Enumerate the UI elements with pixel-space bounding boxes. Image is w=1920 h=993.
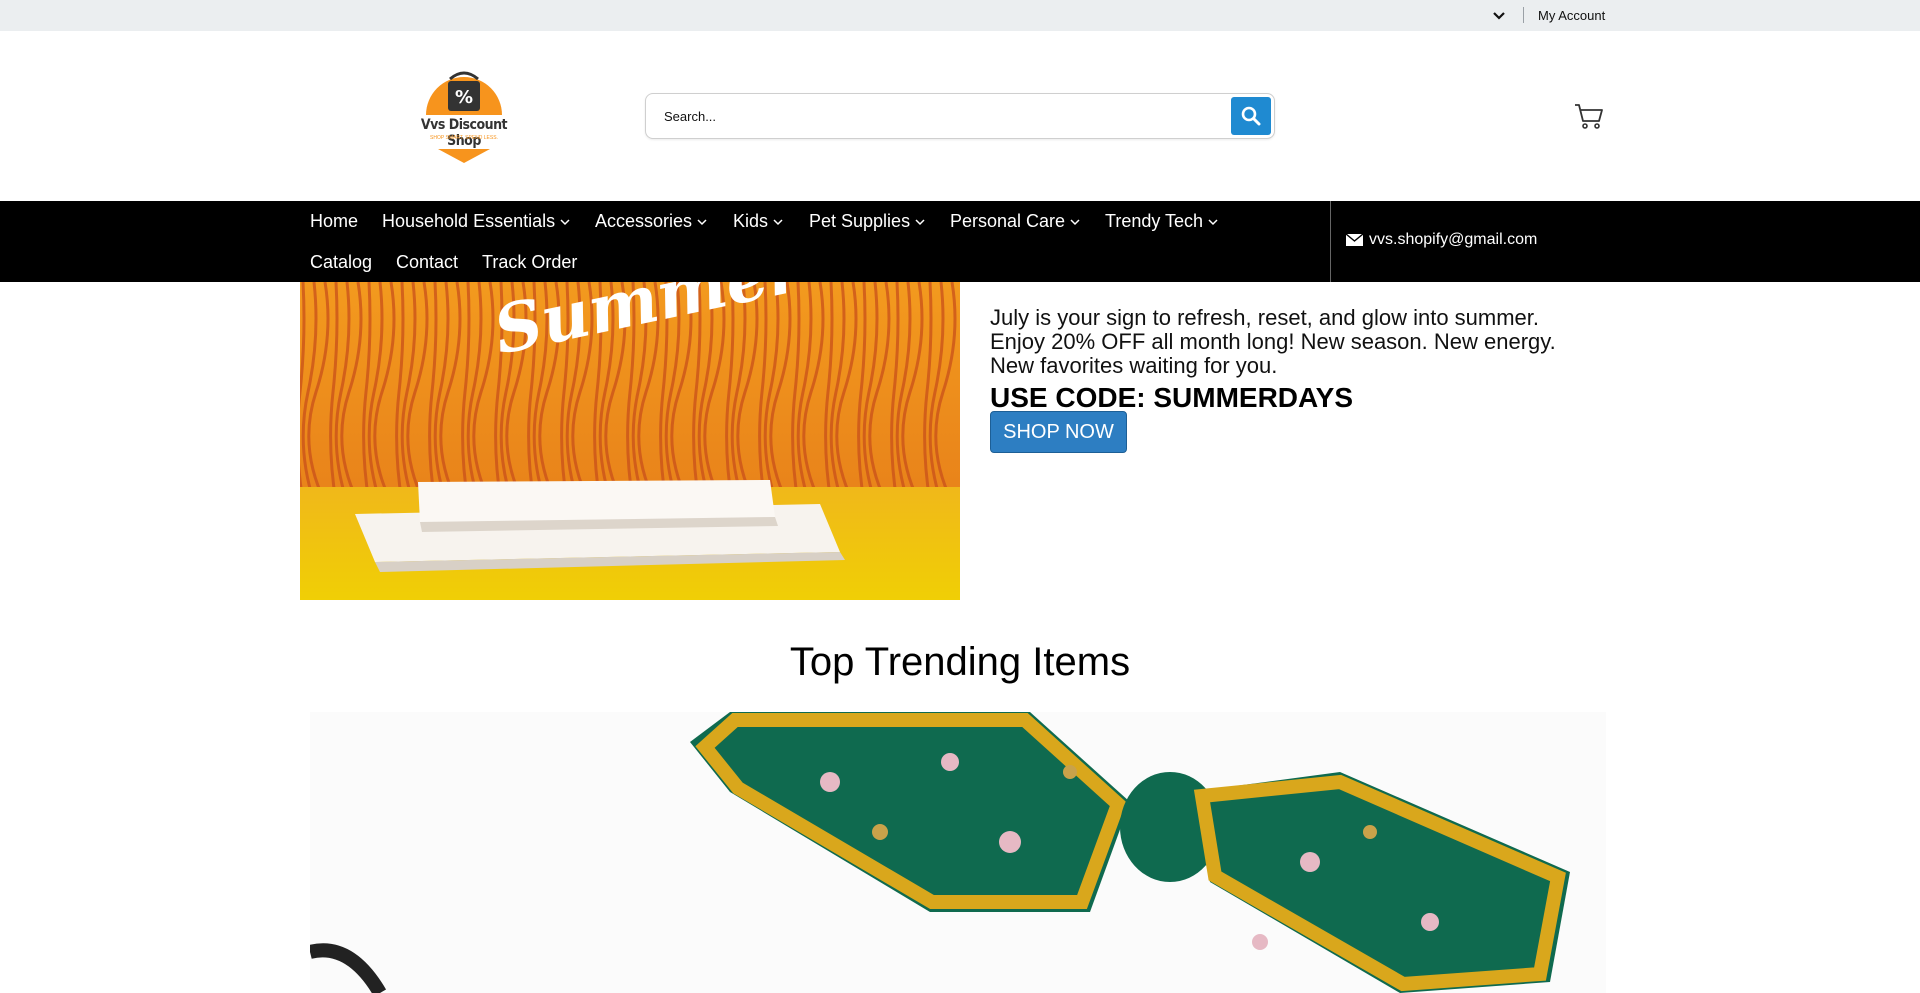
nav-item-label: Home bbox=[310, 211, 359, 231]
nav-item-label: Kids bbox=[733, 211, 769, 231]
hero-text-line-3: New favorites waiting for you. bbox=[990, 353, 1278, 378]
chevron-down-icon bbox=[773, 218, 783, 225]
nav-item-label: Track Order bbox=[482, 252, 578, 272]
nav-item-label: Catalog bbox=[310, 252, 373, 272]
main-navigation: Home Household Essentials Accessories Ki… bbox=[0, 201, 1920, 282]
top-utility-bar: My Account bbox=[0, 0, 1920, 31]
search-button[interactable] bbox=[1231, 97, 1271, 135]
nav-item-personal-care[interactable]: Personal Care bbox=[950, 211, 1080, 232]
contact-email[interactable]: vvs.shopify@gmail.com bbox=[1346, 231, 1537, 249]
nav-item-trendy-tech[interactable]: Trendy Tech bbox=[1105, 211, 1218, 232]
contact-email-text: vvs.shopify@gmail.com bbox=[1369, 231, 1538, 248]
search-bar bbox=[645, 93, 1275, 139]
nav-item-label: Household Essentials bbox=[382, 211, 556, 231]
search-input[interactable] bbox=[664, 94, 1224, 138]
shop-now-button[interactable]: SHOP NOW bbox=[990, 411, 1127, 453]
hero-text-line-2: Enjoy 20% OFF all month long! New season… bbox=[990, 329, 1556, 354]
svg-text:%: % bbox=[455, 87, 473, 108]
nav-item-contact[interactable]: Contact bbox=[396, 252, 458, 273]
nav-item-home[interactable]: Home bbox=[310, 211, 358, 232]
hero-text-line-1: July is your sign to refresh, reset, and… bbox=[990, 305, 1540, 330]
my-account-link[interactable]: My Account bbox=[1538, 8, 1605, 23]
search-icon bbox=[1241, 106, 1261, 126]
chevron-down-icon bbox=[915, 218, 925, 225]
nav-item-label: Pet Supplies bbox=[809, 211, 911, 231]
hero-banner-image[interactable]: Summer bbox=[300, 282, 960, 600]
mail-icon bbox=[1346, 234, 1363, 246]
nav-item-track-order[interactable]: Track Order bbox=[482, 252, 577, 273]
hero-text-block: July is your sign to refresh, reset, and… bbox=[990, 306, 1590, 414]
nav-item-catalog[interactable]: Catalog bbox=[310, 252, 372, 273]
nav-menu: Home Household Essentials Accessories Ki… bbox=[300, 201, 1330, 282]
nav-item-label: Trendy Tech bbox=[1105, 211, 1204, 231]
logo-text: Vvs Discount Shop bbox=[420, 117, 508, 149]
nav-item-household-essentials[interactable]: Household Essentials bbox=[382, 211, 570, 232]
chevron-down-icon bbox=[697, 218, 707, 225]
nav-item-pet-supplies[interactable]: Pet Supplies bbox=[809, 211, 925, 232]
topbar-divider bbox=[1523, 7, 1524, 23]
logo-tagline: SHOP SMART. SPEND LESS. bbox=[430, 135, 498, 141]
chevron-down-icon[interactable] bbox=[1492, 9, 1506, 23]
chevron-down-icon bbox=[1208, 218, 1218, 225]
promo-code: USE CODE: SUMMERDAYS bbox=[990, 382, 1354, 413]
cart-icon bbox=[1575, 104, 1603, 129]
trending-product-image[interactable] bbox=[310, 712, 1606, 993]
nav-item-accessories[interactable]: Accessories bbox=[595, 211, 707, 232]
cart-button[interactable] bbox=[1573, 100, 1605, 132]
nav-item-label: Personal Care bbox=[950, 211, 1066, 231]
nav-item-kids[interactable]: Kids bbox=[733, 211, 783, 232]
chevron-down-icon bbox=[1070, 218, 1080, 225]
chevron-down-icon bbox=[560, 218, 570, 225]
nav-item-label: Accessories bbox=[595, 211, 693, 231]
section-title: Top Trending Items bbox=[789, 640, 1131, 684]
site-logo[interactable]: % Vvs Discount Shop SHOP SMART. SPEND LE… bbox=[408, 63, 520, 165]
nav-item-label: Contact bbox=[396, 252, 459, 272]
nav-divider bbox=[1330, 201, 1331, 282]
